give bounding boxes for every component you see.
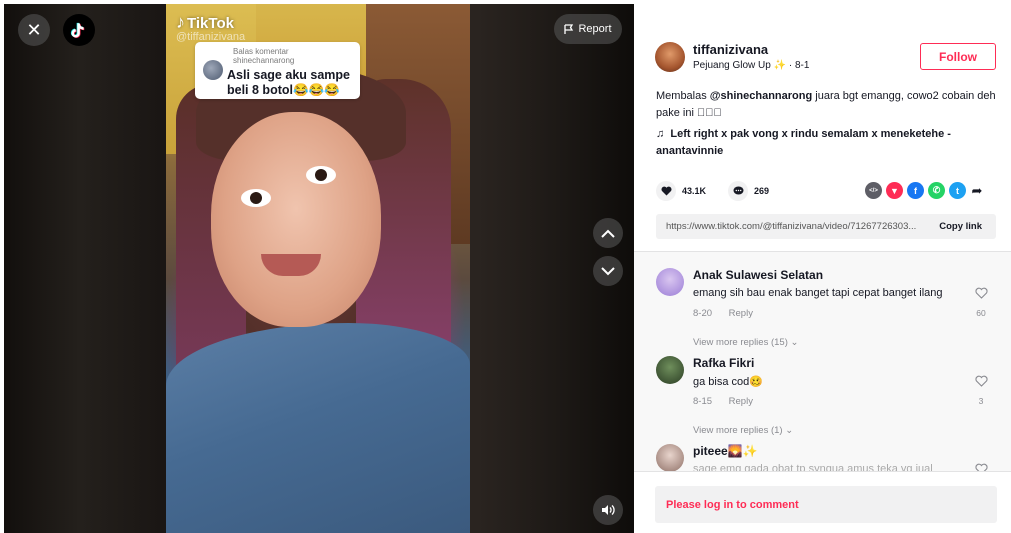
comment-avatar[interactable]: [656, 268, 684, 296]
comment-avatar[interactable]: [656, 356, 684, 384]
music-info[interactable]: ♫ Left right x pak vong x rindu semalam …: [656, 126, 998, 160]
tiktok-watermark: ♪ TikTok: [176, 12, 234, 32]
comment-list[interactable]: Anak Sulawesi Selatan emang sih bau enak…: [634, 252, 1011, 471]
like-count: 43.1K: [682, 186, 707, 196]
speaker-icon: [602, 505, 615, 515]
share-options: </> ▼ f ✆ t ➦: [865, 182, 984, 199]
heart-outline-icon: [974, 375, 988, 387]
flag-icon: [564, 23, 574, 34]
comment-item: Rafka Fikri ga bisa cod🥴 8-15 Reply 3 Vi…: [656, 356, 996, 436]
comment-item: Anak Sulawesi Selatan emang sih bau enak…: [656, 268, 996, 348]
comment-text: ga bisa cod🥴: [693, 376, 763, 388]
comment-avatar[interactable]: [656, 444, 684, 471]
details-panel: tiffanizivana Pejuang Glow Up ✨ · 8-1 Fo…: [634, 0, 1011, 533]
whatsapp-icon[interactable]: ✆: [928, 182, 945, 199]
chevron-up-icon: [601, 229, 615, 238]
comment-date: 8-15: [693, 396, 713, 407]
reply-button[interactable]: Reply: [729, 396, 753, 407]
video-player[interactable]: ♪ TikTok @tiffanizivana Balas komentar sh…: [4, 4, 634, 533]
video-face: [211, 112, 381, 327]
view-more-replies[interactable]: View more replies (1) ⌄: [693, 425, 793, 436]
comment-meta: 8-20 Reply: [693, 308, 753, 319]
previous-video-button[interactable]: [593, 218, 623, 248]
comment-text: emang sih bau enak banget tapi cepat ban…: [693, 287, 943, 299]
login-prompt-box[interactable]: Please log in to comment: [655, 486, 997, 523]
comment-username[interactable]: Rafka Fikri: [693, 356, 754, 370]
comment-like-button[interactable]: [973, 462, 989, 471]
video-link-box[interactable]: https://www.tiktok.com/@tiffanizivana/vi…: [656, 214, 996, 239]
author-avatar[interactable]: [655, 42, 685, 72]
send-icon[interactable]: ▼: [886, 182, 903, 199]
tiktok-logo[interactable]: [63, 14, 95, 46]
report-label: Report: [578, 23, 612, 35]
video-eye-right: [306, 166, 336, 184]
sound-button[interactable]: [593, 495, 623, 525]
heart-icon: [660, 186, 672, 196]
video-jacket: [166, 323, 470, 533]
facebook-icon[interactable]: f: [907, 182, 924, 199]
reply-label: Balas komentar shinechannarong: [233, 47, 295, 65]
reply-avatar: [203, 60, 223, 80]
like-button[interactable]: [656, 181, 676, 201]
comment-icon: [733, 186, 744, 195]
music-note-icon: ♪: [176, 12, 185, 32]
comment-item: piteee🌄✨ sage emg gada obat tp syngua am…: [656, 444, 996, 471]
close-icon: ✕: [26, 19, 42, 40]
comment-meta: 8-15 Reply: [693, 396, 753, 407]
reply-text: Asli sage aku sampe beli 8 botol😂😂😂: [227, 68, 350, 97]
mention-link[interactable]: @shinechannarong: [710, 90, 812, 102]
reply-button[interactable]: Reply: [729, 308, 753, 319]
chevron-down-icon: ⌄: [790, 337, 799, 348]
tiktok-logo-icon: [70, 22, 85, 38]
comment-button[interactable]: [728, 181, 749, 201]
post-description: Membalas @shinechannarong juara bgt eman…: [656, 90, 996, 119]
embed-icon[interactable]: </>: [865, 182, 882, 199]
video-link[interactable]: https://www.tiktok.com/@tiffanizivana/vi…: [666, 221, 926, 232]
copy-link-button[interactable]: Copy link: [939, 221, 982, 232]
comment-username[interactable]: piteee🌄✨: [693, 444, 758, 458]
share-more-icon[interactable]: ➦: [970, 182, 984, 199]
comment-like-count: 3: [978, 396, 984, 406]
engagement-stats: 43.1K 269: [656, 181, 791, 201]
comment-date: 8-20: [693, 308, 713, 319]
heart-outline-icon: [974, 463, 988, 471]
report-button[interactable]: Report: [554, 14, 622, 44]
reply-comment-bubble: Balas komentar shinechannarong Asli sage…: [195, 42, 360, 99]
next-video-button[interactable]: [593, 256, 623, 286]
close-button[interactable]: ✕: [18, 14, 50, 46]
comment-like-button[interactable]: [973, 374, 989, 392]
author-subtitle: Pejuang Glow Up ✨ · 8-1: [693, 60, 810, 71]
view-more-replies[interactable]: View more replies (15) ⌄: [693, 337, 798, 348]
chevron-down-icon: ⌄: [785, 425, 794, 436]
twitter-icon[interactable]: t: [949, 182, 966, 199]
author-username[interactable]: tiffanizivana: [693, 42, 768, 57]
chevron-down-icon: [601, 266, 615, 275]
comment-like-count: 60: [976, 308, 986, 318]
comment-like-button[interactable]: [973, 286, 989, 304]
comment-username[interactable]: Anak Sulawesi Selatan: [693, 268, 823, 282]
comment-text: sage emg gada obat tp syngua amus teka y…: [693, 463, 933, 471]
video-eye-left: [241, 189, 271, 207]
sparkle-icon: ✨: [773, 60, 787, 71]
heart-outline-icon: [974, 287, 988, 299]
comment-login-bar: Please log in to comment: [634, 471, 1011, 533]
follow-button[interactable]: Follow: [920, 43, 996, 70]
comment-count: 269: [754, 186, 770, 196]
login-to-comment-link[interactable]: Please log in to comment: [666, 499, 799, 511]
music-note-icon: ♫: [656, 128, 665, 140]
